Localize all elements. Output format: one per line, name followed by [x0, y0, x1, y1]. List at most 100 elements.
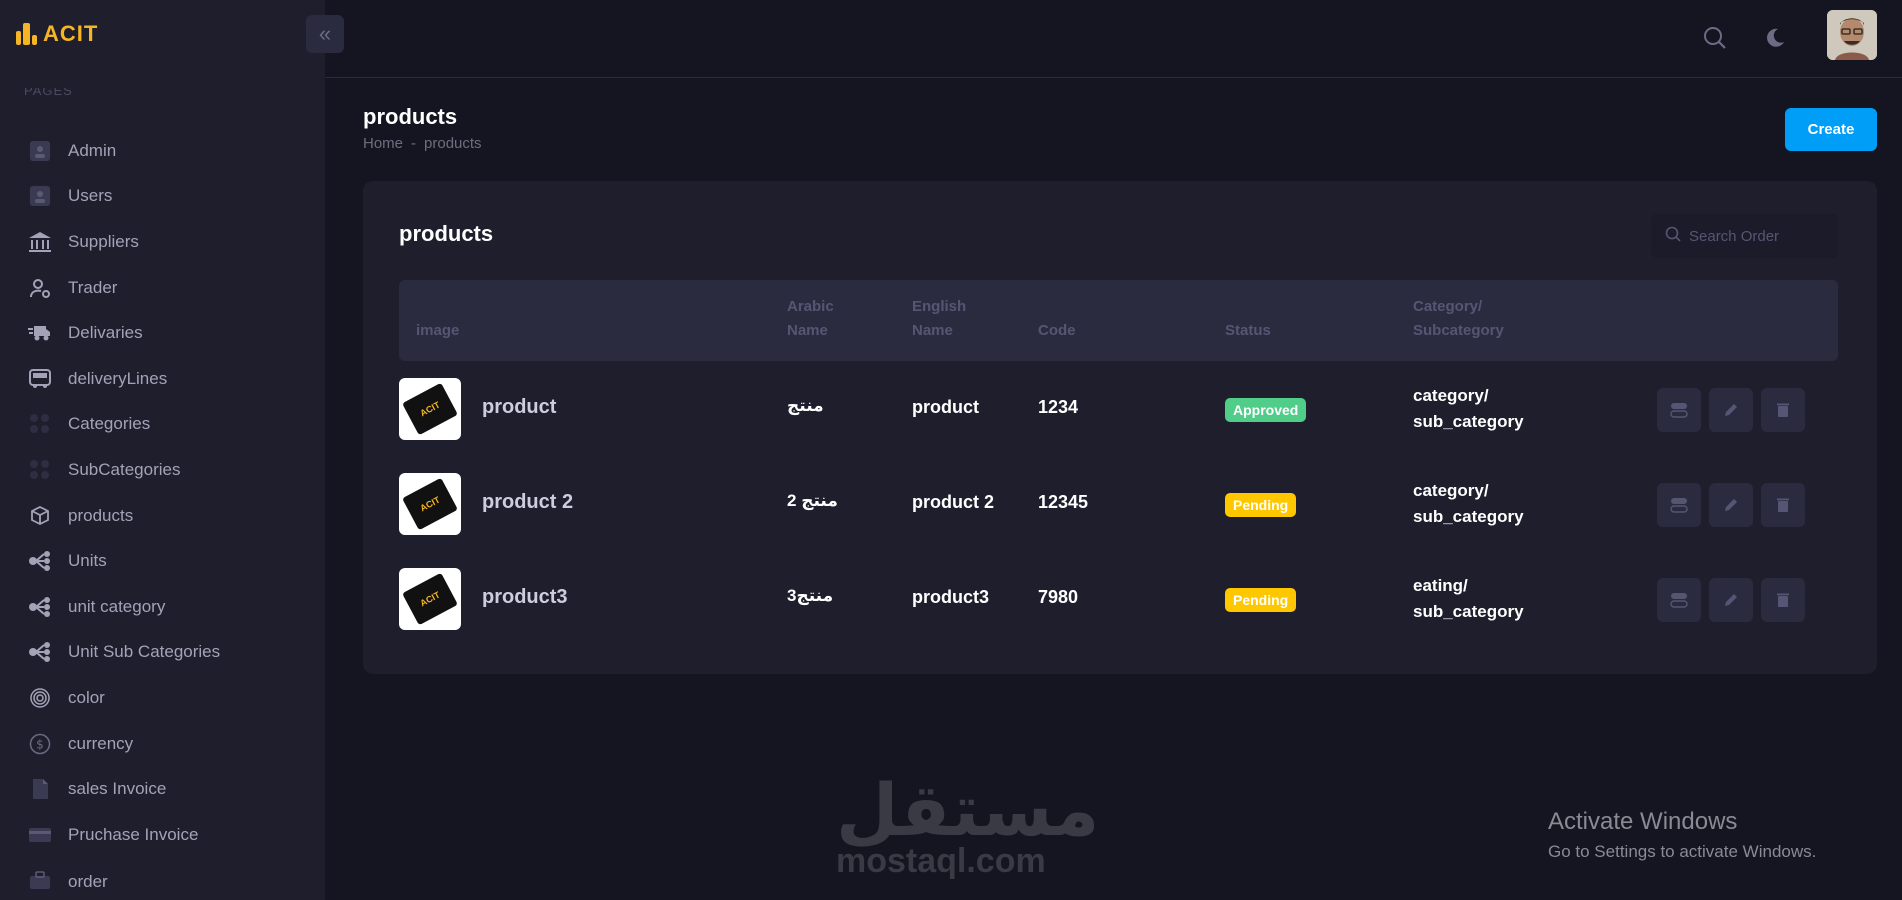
product-logo-icon: ACIT — [402, 572, 458, 626]
category-line: sub_category — [1413, 412, 1524, 431]
breadcrumb-separator: - — [411, 135, 417, 152]
delete-button[interactable] — [1761, 483, 1805, 527]
dollar-circle-icon: $ — [28, 732, 52, 756]
column-header-image: image — [416, 322, 460, 339]
product-name: product3 — [482, 586, 568, 608]
dots-grid-icon — [28, 412, 52, 436]
column-header-line: Name — [787, 322, 828, 339]
category-line: category/ — [1413, 481, 1489, 500]
column-header-line: English — [912, 298, 967, 315]
moon-icon[interactable] — [1761, 24, 1789, 52]
pencil-icon — [1725, 594, 1737, 606]
svg-text:$: $ — [36, 737, 44, 751]
user-avatar[interactable] — [1827, 10, 1877, 60]
boxes-icon — [28, 504, 52, 528]
product-name: product — [482, 396, 557, 418]
hierarchy-icon — [28, 595, 52, 619]
sidebar-item-unit-category[interactable]: unit category — [0, 584, 325, 630]
file-icon — [28, 777, 52, 801]
sidebar-item-label: products — [68, 505, 134, 525]
products-card: products image Arabic Name English Name … — [363, 181, 1877, 674]
sidebar-item-currency[interactable]: $ currency — [0, 721, 325, 767]
sidebar-item-label: Unit Sub Categories — [68, 642, 221, 662]
sidebar-collapse-button[interactable]: « — [306, 15, 344, 53]
product-image: ACIT — [399, 568, 461, 630]
sidebar-item-label: order — [68, 871, 108, 891]
search-icon[interactable] — [1701, 24, 1729, 52]
arabic-name: منتج — [787, 396, 824, 415]
sidebar-item-subcategories[interactable]: SubCategories — [0, 447, 325, 493]
trash-icon — [1777, 403, 1789, 417]
sidebar-item-color[interactable]: color — [0, 675, 325, 721]
column-header-line: Category/ — [1413, 298, 1483, 315]
sidebar: ACIT PAGES Admin Users Suppliers Trader … — [0, 0, 325, 900]
sidebar-item-label: Categories — [68, 414, 151, 434]
table-row: ACIT product3 منتج3 product3 7980 Pendin… — [399, 568, 1838, 630]
column-header-code: Code — [1038, 322, 1076, 339]
edit-button[interactable] — [1709, 388, 1753, 432]
column-header-line: Subcategory — [1413, 322, 1504, 339]
bank-icon — [28, 230, 52, 254]
credit-card-icon — [28, 823, 52, 847]
hierarchy-icon — [28, 549, 52, 573]
status-badge: Pending — [1225, 493, 1297, 517]
status-badge: Pending — [1225, 588, 1297, 612]
toggle-button[interactable] — [1657, 483, 1701, 527]
edit-button[interactable] — [1709, 578, 1753, 622]
truck-icon — [28, 321, 52, 345]
user-gear-icon — [28, 276, 52, 300]
sidebar-item-unit-sub-categories[interactable]: Unit Sub Categories — [0, 630, 325, 676]
product-image: ACIT — [399, 473, 461, 535]
sidebar-item-sales-invoice[interactable]: sales Invoice — [0, 766, 325, 812]
sidebar-item-label: Pruchase Invoice — [68, 824, 199, 844]
chevrons-left-icon: « — [318, 21, 332, 46]
sidebar-item-order[interactable]: order — [0, 858, 325, 892]
sidebar-item-categories[interactable]: Categories — [0, 402, 325, 448]
sidebar-item-label: currency — [68, 733, 134, 753]
sidebar-item-deliverylines[interactable]: deliveryLines — [0, 356, 325, 402]
category-line: sub_category — [1413, 602, 1524, 621]
dots-grid-icon — [28, 458, 52, 482]
trash-icon — [1777, 593, 1789, 607]
toggle-button[interactable] — [1657, 388, 1701, 432]
sidebar-item-purchase-invoice[interactable]: Pruchase Invoice — [0, 812, 325, 858]
sidebar-item-label: Units — [68, 551, 107, 571]
product-image: ACIT — [399, 378, 461, 440]
sidebar-item-suppliers[interactable]: Suppliers — [0, 219, 325, 265]
sidebar-section-label: PAGES — [24, 88, 73, 98]
create-button[interactable]: Create — [1785, 108, 1877, 151]
app-logo[interactable]: ACIT — [16, 18, 98, 50]
card-title: products — [399, 221, 494, 246]
edit-button[interactable] — [1709, 483, 1753, 527]
sidebar-item-products[interactable]: products — [0, 493, 325, 539]
logo-text: ACIT — [43, 21, 99, 46]
arabic-name: منتج 2 — [787, 491, 838, 510]
breadcrumb-home[interactable]: Home — [363, 135, 403, 152]
logo-mark-icon — [16, 23, 37, 45]
user-card-icon — [28, 139, 52, 163]
column-header-arabic-name: Arabic Name — [787, 295, 834, 343]
delete-button[interactable] — [1761, 388, 1805, 432]
product-logo-icon: ACIT — [402, 382, 458, 436]
sidebar-item-label: color — [68, 687, 105, 707]
toggle-button[interactable] — [1657, 578, 1701, 622]
category-line: category/ — [1413, 386, 1489, 405]
sidebar-item-units[interactable]: Units — [0, 538, 325, 584]
delete-button[interactable] — [1761, 578, 1805, 622]
sidebar-item-trader[interactable]: Trader — [0, 265, 325, 311]
search-order-input[interactable] — [1689, 227, 1829, 245]
sidebar-item-label: Delivaries — [68, 323, 143, 343]
sidebar-item-users[interactable]: Users — [0, 174, 325, 220]
category-line: eating/ — [1413, 576, 1468, 595]
column-header-status: Status — [1225, 322, 1271, 339]
watermark-english: mostaql.com — [836, 842, 1046, 880]
english-name: product 2 — [912, 492, 995, 512]
toggle-icon — [1670, 403, 1688, 418]
sidebar-item-label: Admin — [68, 140, 117, 160]
product-code: 12345 — [1038, 492, 1089, 512]
sidebar-item-delivaries[interactable]: Delivaries — [0, 310, 325, 356]
table-header: image Arabic Name English Name Code Stat… — [399, 280, 1838, 361]
product-logo-icon: ACIT — [402, 477, 458, 531]
sidebar-item-admin[interactable]: Admin — [0, 128, 325, 174]
english-name: product — [912, 397, 979, 417]
